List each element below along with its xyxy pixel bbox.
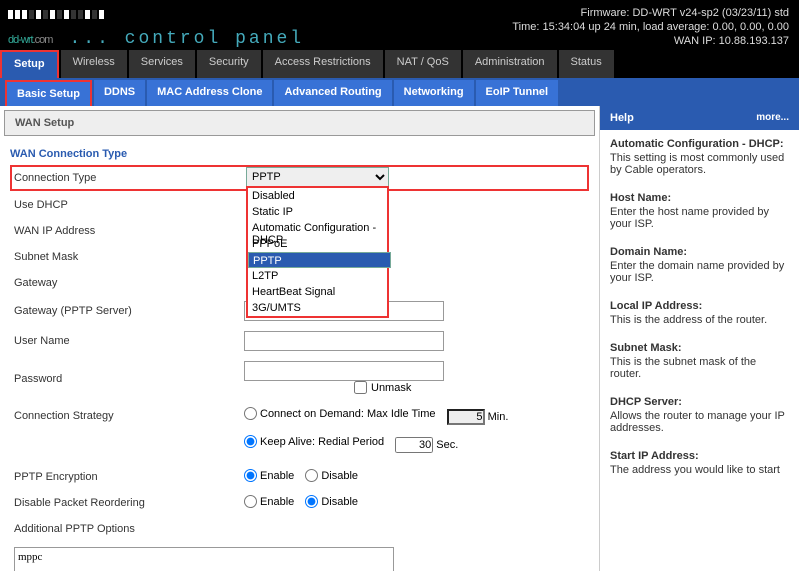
opt-dhcp[interactable]: Automatic Configuration - DHCP xyxy=(248,220,387,236)
username-input[interactable] xyxy=(244,331,444,351)
keep-alive-radio[interactable] xyxy=(244,435,257,448)
brand-text: dd-wrt xyxy=(8,34,33,46)
tab-security[interactable]: Security xyxy=(197,50,261,78)
tab-services[interactable]: Services xyxy=(129,50,195,78)
tab-wireless[interactable]: Wireless xyxy=(61,50,127,78)
redial-period-input[interactable] xyxy=(395,437,433,453)
subtab-networking[interactable]: Networking xyxy=(394,80,474,106)
subtab-basic-setup[interactable]: Basic Setup xyxy=(5,80,92,106)
wan-ip-text: WAN IP: 10.88.193.137 xyxy=(512,34,789,48)
firmware-text: Firmware: DD-WRT v24-sp2 (03/23/11) std xyxy=(512,6,789,20)
password-input[interactable] xyxy=(244,361,444,381)
subtab-eoip[interactable]: EoIP Tunnel xyxy=(476,80,559,106)
header: dd-wrt.com ... control panel Firmware: D… xyxy=(0,0,799,50)
reorder-enable-radio[interactable] xyxy=(244,495,257,508)
gateway-label: Gateway xyxy=(14,277,244,289)
opt-pppoe[interactable]: PPPoE xyxy=(248,236,387,252)
opt-l2tp[interactable]: L2TP xyxy=(248,268,387,284)
subtab-mac-clone[interactable]: MAC Address Clone xyxy=(147,80,272,106)
time-text: Time: 15:34:04 up 24 min, load average: … xyxy=(512,20,789,34)
subtab-adv-routing[interactable]: Advanced Routing xyxy=(274,80,391,106)
use-dhcp-label: Use DHCP xyxy=(14,199,244,211)
tab-access[interactable]: Access Restrictions xyxy=(263,50,383,78)
opt-heartbeat[interactable]: HeartBeat Signal xyxy=(248,284,387,300)
connection-type-select[interactable]: PPTP xyxy=(246,167,389,187)
section-title: WAN Connection Type xyxy=(0,140,599,164)
opt-pptp[interactable]: PPTP xyxy=(248,252,391,268)
opt-3g[interactable]: 3G/UMTS xyxy=(248,300,387,316)
help-panel: Helpmore... Automatic Configuration - DH… xyxy=(599,106,799,571)
help-more-link[interactable]: more... xyxy=(756,112,789,124)
pptp-gateway-label: Gateway (PPTP Server) xyxy=(14,305,244,317)
tab-admin[interactable]: Administration xyxy=(463,50,557,78)
tab-status[interactable]: Status xyxy=(559,50,614,78)
enc-enable-radio[interactable] xyxy=(244,469,257,482)
disable-reorder-label: Disable Packet Reordering xyxy=(14,497,244,509)
main-tabs: Setup Wireless Services Security Access … xyxy=(0,50,799,78)
pptp-enc-label: PPTP Encryption xyxy=(14,471,244,483)
opt-disabled[interactable]: Disabled xyxy=(248,188,387,204)
main-panel: WAN Setup WAN Connection Type Connection… xyxy=(0,106,599,571)
unmask-checkbox[interactable] xyxy=(354,381,367,394)
section-bar: WAN Setup xyxy=(4,110,595,136)
sub-tabs: Basic Setup DDNS MAC Address Clone Advan… xyxy=(0,78,799,106)
idle-time-input[interactable] xyxy=(447,409,485,425)
strategy-label: Connection Strategy xyxy=(14,410,244,422)
subnet-label: Subnet Mask xyxy=(14,251,244,263)
on-demand-radio[interactable] xyxy=(244,407,257,420)
add-opts-textarea[interactable]: mppc xyxy=(14,547,394,571)
reorder-disable-radio[interactable] xyxy=(305,495,318,508)
status-block: Firmware: DD-WRT v24-sp2 (03/23/11) std … xyxy=(512,4,789,50)
connection-type-dropdown: Disabled Static IP Automatic Configurati… xyxy=(246,186,389,318)
password-label: Password xyxy=(14,373,244,385)
tab-setup[interactable]: Setup xyxy=(0,50,59,78)
wan-ip-label: WAN IP Address xyxy=(14,225,244,237)
add-opts-label: Additional PPTP Options xyxy=(14,523,244,535)
tab-nat[interactable]: NAT / QoS xyxy=(385,50,461,78)
help-title: Help xyxy=(610,112,634,124)
opt-static-ip[interactable]: Static IP xyxy=(248,204,387,220)
connection-type-label: Connection Type xyxy=(14,172,244,184)
logo-dots xyxy=(8,10,304,19)
logo: dd-wrt.com ... control panel xyxy=(0,4,304,50)
subtab-ddns[interactable]: DDNS xyxy=(94,80,145,106)
control-panel-label: ... control panel xyxy=(69,29,304,49)
username-label: User Name xyxy=(14,335,244,347)
enc-disable-radio[interactable] xyxy=(305,469,318,482)
